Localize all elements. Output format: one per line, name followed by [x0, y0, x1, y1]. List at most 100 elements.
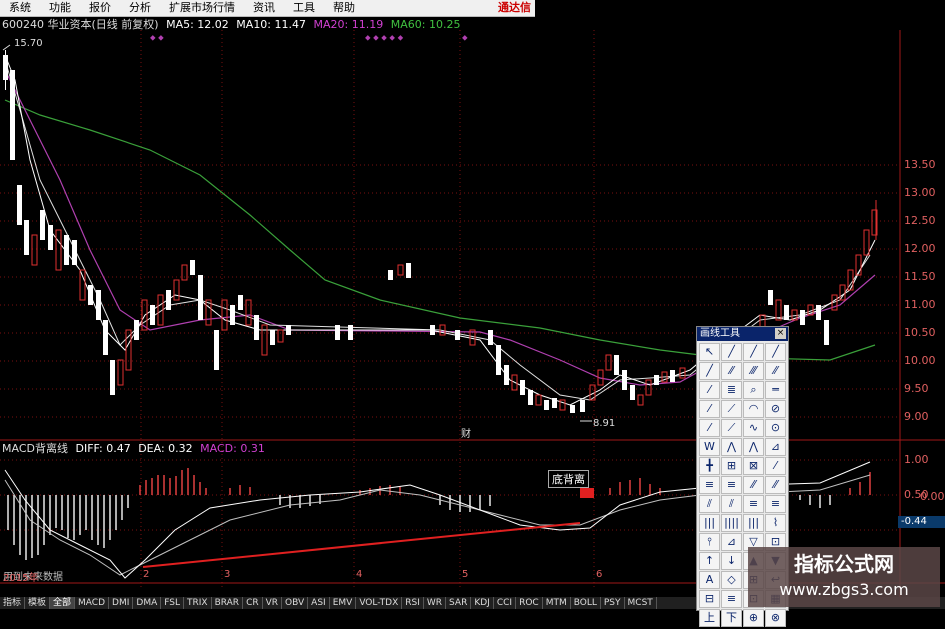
close-icon[interactable]: × — [775, 328, 786, 339]
tab-template[interactable]: 模板 — [25, 597, 51, 609]
tab-indicator[interactable]: 指标 — [0, 597, 26, 609]
drawing-tool-button[interactable]: ⊠ — [743, 457, 764, 475]
drawing-tool-button[interactable]: ⌇ — [765, 514, 786, 532]
drawing-tool-button[interactable]: ≡ — [743, 495, 764, 513]
drawing-tool-button[interactable]: ⁄ — [699, 381, 720, 399]
drawing-tool-button[interactable]: ∿ — [743, 419, 764, 437]
tab-dmi[interactable]: DMI — [109, 597, 134, 609]
y-tick: 9.00 — [904, 410, 929, 423]
drawing-tool-button[interactable]: ⟋ — [721, 419, 742, 437]
macd-zero-tick: 0.00 — [920, 490, 945, 503]
drawing-tool-button[interactable]: ↖ — [699, 343, 720, 361]
drawing-tool-button[interactable]: ≡ — [721, 476, 742, 494]
drawing-tool-button[interactable]: ⁄⁄ — [765, 476, 786, 494]
tab-vol-tdx[interactable]: VOL-TDX — [356, 597, 403, 609]
diff-label: DIFF: 0.47 — [75, 442, 131, 455]
tab-kdj[interactable]: KDJ — [471, 597, 494, 609]
tab-wr[interactable]: WR — [424, 597, 447, 609]
tab-mcst[interactable]: MCST — [625, 597, 657, 609]
min-price-label: 8.91 — [593, 418, 616, 429]
y-tick: 12.00 — [904, 242, 936, 255]
drawing-tool-button[interactable]: ╱ — [699, 362, 720, 380]
macd-current-value: -0.44 — [898, 516, 945, 528]
y-tick: 10.50 — [904, 326, 936, 339]
drawing-tool-button[interactable]: ≣ — [721, 381, 742, 399]
drawing-tool-button[interactable]: ╱ — [765, 343, 786, 361]
x-tick: 2 — [143, 569, 150, 580]
drawing-tool-button[interactable]: 上 — [699, 609, 720, 627]
drawing-tool-button[interactable]: ⊕ — [743, 609, 764, 627]
drawing-tool-button[interactable]: ⁄ — [699, 419, 720, 437]
tab-cr[interactable]: CR — [243, 597, 263, 609]
drawing-tool-button[interactable]: ◇ — [721, 571, 742, 589]
drawing-tool-button[interactable]: ⁄⁄⁄ — [743, 362, 764, 380]
tab-roc[interactable]: ROC — [516, 597, 543, 609]
tab-vr[interactable]: VR — [263, 597, 283, 609]
tab-fsl[interactable]: FSL — [161, 597, 184, 609]
x-tick: 6 — [596, 569, 603, 580]
max-price-label: 15.70 — [14, 38, 43, 49]
drawing-tool-button[interactable]: ⫯ — [699, 533, 720, 551]
drawing-tool-button[interactable]: ⫽ — [721, 495, 742, 513]
drawing-tool-button[interactable]: ╋ — [699, 457, 720, 475]
drawing-tool-button[interactable]: ⊙ — [765, 419, 786, 437]
divergence-label: 底背离 — [548, 470, 589, 488]
drawing-tool-button[interactable]: ⊿ — [765, 438, 786, 456]
tab-trix[interactable]: TRIX — [184, 597, 212, 609]
drawing-tool-button[interactable]: ═ — [765, 381, 786, 399]
drawing-tool-button[interactable]: ◠ — [743, 400, 764, 418]
drawing-tool-button[interactable]: 下 — [721, 609, 742, 627]
drawing-tool-button[interactable]: ⊟ — [699, 590, 720, 608]
watermark-title: 指标公式网 — [794, 552, 894, 576]
drawing-tool-button[interactable]: ⁄ — [765, 457, 786, 475]
tab-emv[interactable]: EMV — [330, 597, 357, 609]
drawing-tool-button[interactable]: ⋀ — [721, 438, 742, 456]
drawing-tool-button[interactable]: ⋀ — [743, 438, 764, 456]
drawing-tool-button[interactable]: ≡ — [721, 590, 742, 608]
tab-macd[interactable]: MACD — [75, 597, 110, 609]
tab-boll[interactable]: BOLL — [571, 597, 601, 609]
macd-name: MACD背离线 — [2, 442, 68, 455]
drawing-tool-button[interactable]: ⁄⁄ — [743, 476, 764, 494]
drawing-tool-button[interactable]: W — [699, 438, 720, 456]
drawing-tool-button[interactable]: ||| — [743, 514, 764, 532]
tab-dma[interactable]: DMA — [133, 597, 162, 609]
drawing-tool-button[interactable]: ↓ — [721, 552, 742, 570]
svg-text:⬥: ⬥ — [462, 33, 468, 42]
dea-label: DEA: 0.32 — [138, 442, 193, 455]
tab-sar[interactable]: SAR — [446, 597, 472, 609]
macd-y-tick: 1.00 — [904, 453, 929, 466]
tab-rsi[interactable]: RSI — [402, 597, 424, 609]
drawing-tool-button[interactable]: ↑ — [699, 552, 720, 570]
drawing-tool-button[interactable]: ⁄⁄ — [765, 362, 786, 380]
tab-brar[interactable]: BRAR — [212, 597, 244, 609]
drawing-tool-button[interactable]: ⊿ — [721, 533, 742, 551]
drawing-tool-button[interactable]: ≡ — [699, 476, 720, 494]
tab-obv[interactable]: OBV — [282, 597, 309, 609]
drawing-tool-button[interactable]: ⌕ — [743, 381, 764, 399]
x-tick: 4 — [356, 569, 363, 580]
y-tick: 13.50 — [904, 158, 936, 171]
tab-psy[interactable]: PSY — [601, 597, 625, 609]
tab-asi[interactable]: ASI — [308, 597, 330, 609]
macd-header: MACD背离线 DIFF: 0.47 DEA: 0.32 MACD: 0.31 — [2, 442, 265, 456]
drawing-tool-button[interactable]: ⁄⁄ — [721, 362, 742, 380]
drawing-tool-button[interactable]: ⊞ — [721, 457, 742, 475]
drawing-tool-button[interactable]: |||| — [721, 514, 742, 532]
drawing-tool-button[interactable]: ⁄ — [699, 400, 720, 418]
drawing-tool-button[interactable]: ╱ — [743, 343, 764, 361]
y-tick: 11.00 — [904, 298, 936, 311]
drawing-tool-button[interactable]: ⟋ — [721, 400, 742, 418]
drawing-tool-button[interactable]: ⊘ — [765, 400, 786, 418]
tab-all[interactable]: 全部 — [50, 597, 76, 609]
tab-cci[interactable]: CCI — [494, 597, 517, 609]
drawing-tool-button[interactable]: ╱ — [721, 343, 742, 361]
tab-mtm[interactable]: MTM — [543, 597, 571, 609]
drawing-tool-button[interactable]: ≡ — [765, 495, 786, 513]
event-marker: 财 — [461, 427, 471, 440]
drawing-tool-button[interactable]: ⫽ — [699, 495, 720, 513]
drawing-tool-button[interactable]: A — [699, 571, 720, 589]
drawing-tool-button[interactable]: ||| — [699, 514, 720, 532]
drawing-tool-button[interactable]: ⊗ — [765, 609, 786, 627]
toolbox-title-bar[interactable]: 画线工具 × — [697, 327, 788, 341]
